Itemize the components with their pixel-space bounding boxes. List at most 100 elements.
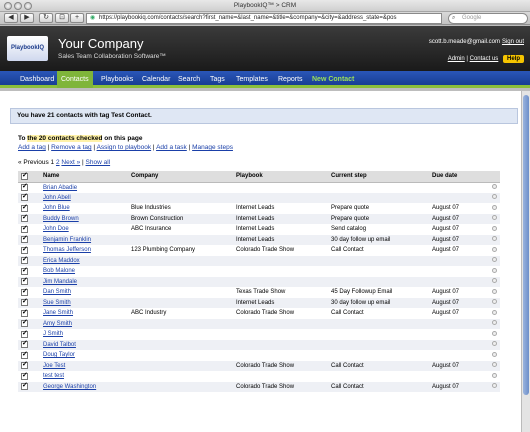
contact-name-link[interactable]: Buddy Brown bbox=[40, 213, 128, 224]
col-company[interactable]: Company bbox=[128, 171, 233, 183]
remove-icon[interactable] bbox=[491, 278, 497, 284]
row-checkbox[interactable] bbox=[21, 360, 28, 370]
nav-contacts[interactable]: Contacts bbox=[57, 71, 93, 88]
row-checkbox-cell[interactable] bbox=[18, 203, 40, 214]
remove-icon[interactable] bbox=[491, 351, 497, 357]
remove-icon[interactable] bbox=[491, 267, 497, 273]
contact-name-link[interactable]: Jim Mandale bbox=[40, 276, 128, 287]
contact-name-link[interactable]: Joe Test bbox=[40, 360, 128, 371]
nav-playbooks[interactable]: Playbooks bbox=[97, 71, 137, 88]
remove-icon[interactable] bbox=[491, 257, 497, 263]
contact-name-link[interactable]: J Smith bbox=[40, 329, 128, 340]
row-checkbox[interactable] bbox=[21, 266, 28, 275]
row-action-cell[interactable] bbox=[485, 381, 500, 392]
row-action-cell[interactable] bbox=[485, 224, 500, 235]
bookmark-button[interactable]: ⊡ bbox=[55, 13, 69, 23]
row-checkbox-cell[interactable] bbox=[18, 381, 40, 392]
row-action-cell[interactable] bbox=[485, 245, 500, 256]
contact-name-link[interactable]: John Blue bbox=[40, 203, 128, 214]
row-checkbox-cell[interactable] bbox=[18, 339, 40, 350]
contact-name-link[interactable]: Jane Smith bbox=[40, 308, 128, 319]
nav-calendar[interactable]: Calendar bbox=[138, 71, 174, 88]
row-checkbox[interactable] bbox=[21, 224, 28, 233]
signout-link[interactable]: Sign out bbox=[502, 39, 524, 45]
remove-icon[interactable] bbox=[491, 320, 497, 326]
row-checkbox[interactable] bbox=[21, 213, 28, 223]
assign-playbook-link[interactable]: Assign to playbook bbox=[97, 144, 152, 151]
row-checkbox-cell[interactable] bbox=[18, 360, 40, 371]
remove-icon[interactable] bbox=[491, 236, 497, 242]
reload-button[interactable]: ↻ bbox=[39, 13, 53, 23]
contact-name-link[interactable]: David Talbot bbox=[40, 339, 128, 350]
row-action-cell[interactable] bbox=[485, 182, 500, 193]
contact-name-link[interactable]: test test bbox=[40, 371, 128, 382]
scrollbar-thumb[interactable] bbox=[523, 95, 529, 395]
remove-icon[interactable] bbox=[491, 372, 497, 378]
remove-icon[interactable] bbox=[491, 184, 497, 189]
row-action-cell[interactable] bbox=[485, 371, 500, 382]
row-checkbox[interactable] bbox=[21, 287, 28, 296]
row-action-cell[interactable] bbox=[485, 339, 500, 350]
col-current-step[interactable]: Current step bbox=[328, 171, 429, 183]
forward-button[interactable]: ▶ bbox=[20, 13, 34, 23]
contact-name-link[interactable]: George Washington bbox=[40, 381, 128, 392]
row-action-cell[interactable] bbox=[485, 255, 500, 266]
pager-show-all[interactable]: Show all bbox=[86, 159, 111, 166]
back-button[interactable]: ◀ bbox=[4, 13, 18, 23]
minimize-window-icon[interactable] bbox=[14, 2, 22, 10]
add-tag-link[interactable]: Add a tag bbox=[18, 144, 46, 151]
select-all-checkbox[interactable] bbox=[21, 171, 28, 180]
contact-name-link[interactable]: Sue Smith bbox=[40, 297, 128, 308]
remove-icon[interactable] bbox=[491, 204, 497, 210]
close-window-icon[interactable] bbox=[4, 2, 12, 10]
search-field[interactable]: ⌕ Google bbox=[448, 13, 528, 24]
row-action-cell[interactable] bbox=[485, 266, 500, 277]
contact-name-link[interactable]: Amy Smith bbox=[40, 318, 128, 329]
row-checkbox-cell[interactable] bbox=[18, 213, 40, 224]
row-checkbox-cell[interactable] bbox=[18, 266, 40, 277]
help-button[interactable]: Help bbox=[502, 55, 524, 63]
url-field[interactable]: ◉ https://playbookiq.com/contacts/search… bbox=[86, 13, 442, 24]
row-checkbox[interactable] bbox=[21, 192, 28, 202]
row-action-cell[interactable] bbox=[485, 234, 500, 245]
zoom-window-icon[interactable] bbox=[24, 2, 32, 10]
row-checkbox-cell[interactable] bbox=[18, 297, 40, 308]
row-checkbox[interactable] bbox=[21, 203, 28, 212]
contact-name-link[interactable]: Benjamin Franklin bbox=[40, 234, 128, 245]
row-checkbox-cell[interactable] bbox=[18, 224, 40, 235]
contact-name-link[interactable]: Brian Abadie bbox=[40, 182, 128, 193]
contact-name-link[interactable]: Dan Smith bbox=[40, 287, 128, 298]
row-action-cell[interactable] bbox=[485, 360, 500, 371]
nav-dashboard[interactable]: Dashboard bbox=[16, 71, 58, 88]
contact-name-link[interactable]: John Doe bbox=[40, 224, 128, 235]
row-checkbox[interactable] bbox=[21, 308, 28, 317]
row-checkbox-cell[interactable] bbox=[18, 371, 40, 382]
nav-templates[interactable]: Templates bbox=[232, 71, 272, 88]
row-checkbox-cell[interactable] bbox=[18, 182, 40, 193]
row-action-cell[interactable] bbox=[485, 213, 500, 224]
scrollbar[interactable] bbox=[521, 91, 530, 432]
row-checkbox-cell[interactable] bbox=[18, 329, 40, 340]
row-checkbox-cell[interactable] bbox=[18, 234, 40, 245]
row-checkbox[interactable] bbox=[21, 234, 28, 244]
row-action-cell[interactable] bbox=[485, 318, 500, 329]
nav-new-contact[interactable]: New Contact bbox=[308, 71, 358, 88]
remove-icon[interactable] bbox=[491, 299, 497, 305]
admin-link[interactable]: Admin bbox=[448, 56, 465, 62]
row-action-cell[interactable] bbox=[485, 329, 500, 340]
row-action-cell[interactable] bbox=[485, 350, 500, 361]
row-checkbox[interactable] bbox=[21, 318, 28, 328]
contact-name-link[interactable]: Erica Maddox bbox=[40, 255, 128, 266]
add-task-link[interactable]: Add a task bbox=[156, 144, 187, 151]
row-action-cell[interactable] bbox=[485, 203, 500, 214]
row-checkbox[interactable] bbox=[21, 276, 28, 286]
col-name[interactable]: Name bbox=[40, 171, 128, 183]
row-checkbox[interactable] bbox=[21, 381, 28, 391]
row-checkbox-cell[interactable] bbox=[18, 276, 40, 287]
nav-search[interactable]: Search bbox=[174, 71, 204, 88]
row-checkbox-cell[interactable] bbox=[18, 318, 40, 329]
pager-page-2[interactable]: 2 bbox=[56, 159, 60, 166]
contact-name-link[interactable]: John Abell bbox=[40, 192, 128, 203]
select-all-header[interactable] bbox=[18, 171, 40, 183]
row-checkbox-cell[interactable] bbox=[18, 350, 40, 361]
